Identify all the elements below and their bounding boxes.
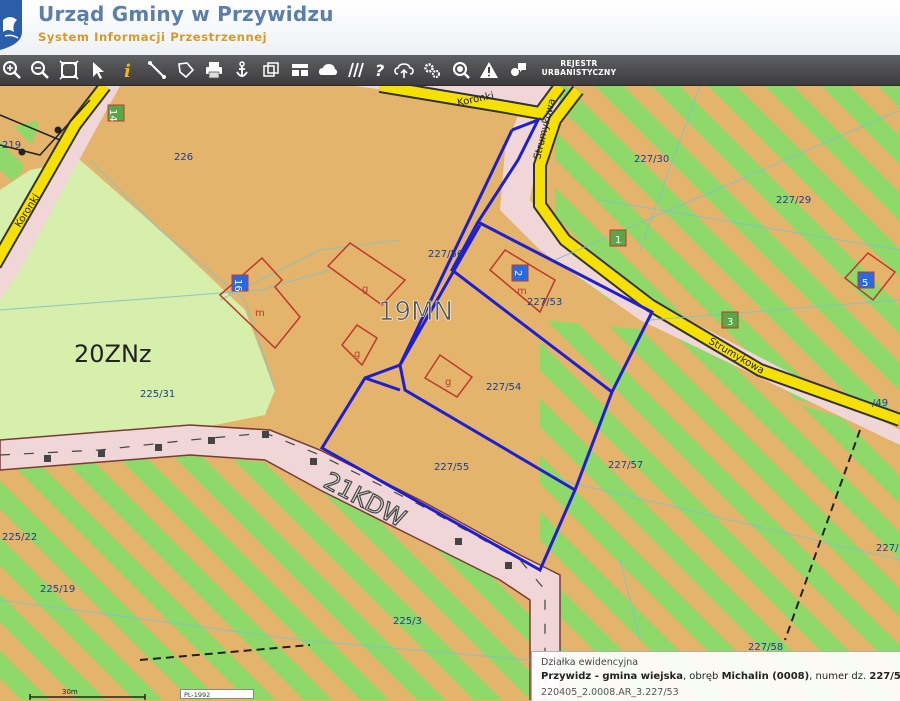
parcel-number: 227/53: [869, 671, 900, 682]
zoom-out-icon[interactable]: [28, 58, 52, 82]
app-title: Urząd Gminy w Przywidzu: [38, 2, 334, 26]
search-parcel-icon[interactable]: [449, 58, 473, 82]
map-canvas[interactable]: 19MN 20ZNz 21KDW Koronki Koronki Strumyk…: [0, 86, 900, 700]
measure-line-icon[interactable]: [145, 58, 169, 82]
zoom-in-icon[interactable]: [0, 58, 24, 82]
zoom-extent-icon[interactable]: [57, 58, 81, 82]
map-toolbar: i ? REJESTR URBANISTYCZNY: [0, 55, 900, 86]
measure-area-icon[interactable]: [174, 58, 198, 82]
layers-icon[interactable]: [259, 58, 283, 82]
rejestr-label-line1: REJESTR: [560, 59, 598, 68]
comment-icon[interactable]: [506, 58, 530, 82]
parcel-desc-text: , obręb: [682, 671, 722, 682]
svg-text:i: i: [124, 61, 131, 80]
rejestr-label-line2: URBANISTYCZNY: [541, 68, 617, 77]
coat-of-arms-logo: [0, 0, 22, 50]
svg-text:?: ?: [375, 61, 384, 80]
parcel-description: Przywidz - gmina wiejska, obręb Michalin…: [541, 671, 900, 682]
pointer-icon[interactable]: [86, 58, 110, 82]
parcel-code: 220405_2.0008.AR_3.227/53: [541, 687, 679, 698]
parcel-info-panel: Działka ewidencyjna Przywidz - gmina wie…: [531, 651, 900, 701]
hatch-icon[interactable]: [344, 58, 368, 82]
warning-icon[interactable]: [477, 58, 501, 82]
scale-bar: 30m PL-1992: [0, 688, 270, 700]
upload-icon[interactable]: [392, 58, 416, 82]
map-basemap: [0, 86, 900, 700]
parcel-place: Przywidz - gmina wiejska: [541, 671, 683, 682]
rejestr-urbanistyczny-button[interactable]: REJESTR URBANISTYCZNY: [536, 59, 622, 81]
parcel-desc-text: , numer dz.: [809, 671, 870, 682]
print-icon[interactable]: [202, 58, 226, 82]
settings-icon[interactable]: [420, 58, 444, 82]
layout-icon[interactable]: [288, 58, 312, 82]
help-icon[interactable]: ?: [368, 58, 392, 82]
anchor-icon[interactable]: [230, 58, 254, 82]
crs-select[interactable]: PL-1992: [180, 689, 254, 699]
info-icon[interactable]: i: [115, 58, 139, 82]
app-header: Urząd Gminy w Przywidzu System Informacj…: [0, 0, 900, 56]
app-subtitle: System Informacji Przestrzennej: [38, 30, 268, 44]
info-panel-title: Działka ewidencyjna: [541, 657, 639, 668]
scale-bar-graphic: [29, 694, 146, 700]
cloud-icon[interactable]: [316, 58, 340, 82]
parcel-district: Michalin (0008): [721, 671, 810, 682]
